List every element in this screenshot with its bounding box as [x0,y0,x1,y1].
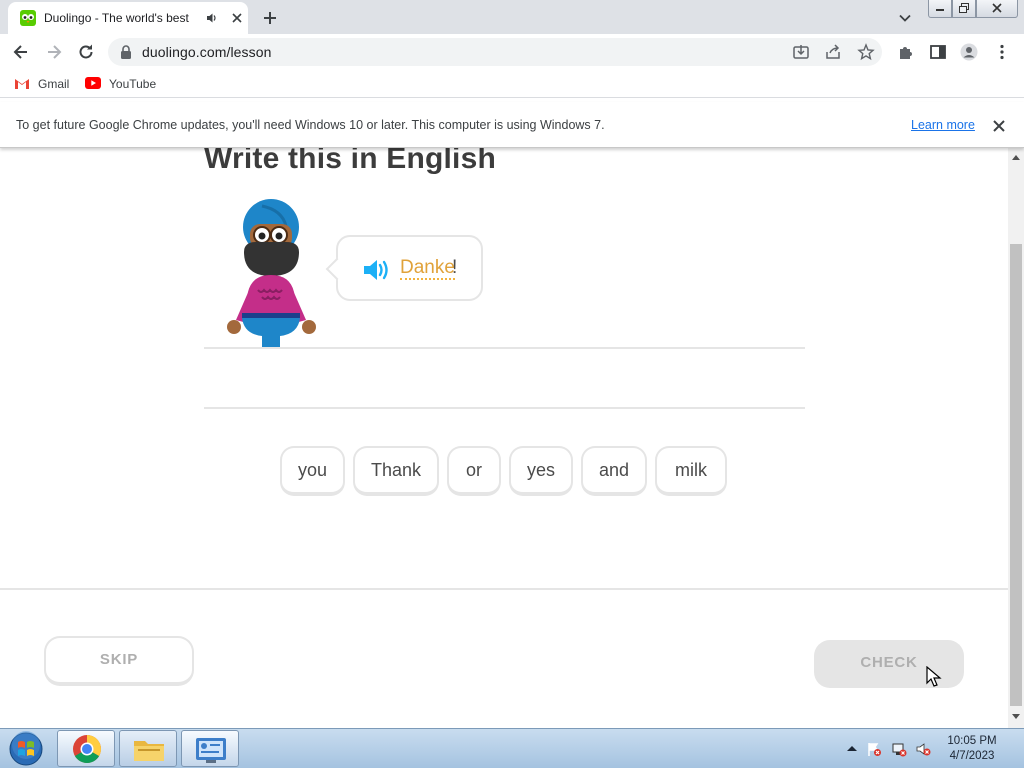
tab-search-chevron-down-icon[interactable] [896,9,914,27]
profile-avatar-icon[interactable] [960,43,978,61]
extensions-puzzle-icon[interactable] [897,43,915,61]
minimize-icon [936,9,944,11]
scroll-up-arrow-icon[interactable] [1012,154,1020,160]
volume-muted-icon[interactable] [915,741,931,757]
bookmark-youtube[interactable]: YouTube [85,76,165,92]
network-icon[interactable] [891,741,907,757]
page-title: Write this in English [204,148,496,175]
page-scrollbar[interactable] [1008,148,1024,728]
browser-toolbar: duolingo.com/lesson [0,34,1024,70]
lesson-footer: SKIP CHECK [0,588,1008,728]
bookmark-gmail[interactable]: Gmail [14,76,74,92]
clock-date: 4/7/2023 [949,750,995,762]
control-panel-icon [196,738,226,763]
close-window-icon [992,3,1002,13]
prompt-word[interactable]: Danke [400,258,455,280]
start-button-windows-icon[interactable] [4,731,48,767]
prompt-punctuation: ! [452,257,458,278]
clock-time: 10:05 PM [947,735,997,747]
duolingo-favicon-icon [20,10,36,26]
youtube-icon [85,77,101,89]
bookmark-star-icon[interactable] [857,43,875,61]
tab-title: Duolingo - The world's best [44,11,189,25]
tab-audio-speaker-icon[interactable] [206,12,218,24]
bookmarks-bar: Gmail YouTube [0,70,1024,98]
word-chip-or[interactable]: or [447,446,501,496]
play-audio-speaker-icon[interactable] [362,257,392,283]
answer-line-2 [204,407,805,409]
url-text: duolingo.com/lesson [142,44,272,60]
scroll-down-arrow-icon[interactable] [1012,714,1020,720]
word-chip-milk[interactable]: milk [655,446,727,496]
infobar-message: To get future Google Chrome updates, you… [16,118,605,132]
speech-bubble: Danke ! [325,235,483,301]
taskbar-control-panel[interactable] [181,730,239,767]
system-clock[interactable]: 10:05 PM 4/7/2023 [936,734,1008,764]
scrollbar-thumb[interactable] [1010,244,1022,706]
new-tab-plus-icon[interactable] [260,8,280,28]
word-chip-yes[interactable]: yes [509,446,573,496]
mouse-cursor-icon [926,666,942,687]
forward-arrow-icon[interactable] [44,42,64,62]
speech-bubble-tail [325,257,349,281]
chrome-icon [73,735,101,763]
browser-tab-duolingo[interactable]: Duolingo - The world's best [8,2,248,34]
duolingo-character-illustration [227,199,316,347]
tab-close-icon[interactable] [230,11,244,25]
lock-icon[interactable] [120,45,132,59]
bookmark-label: Gmail [38,77,70,91]
bookmark-label: YouTube [109,77,157,91]
back-arrow-icon[interactable] [11,42,31,62]
learn-more-link[interactable]: Learn more [911,118,975,132]
minimize-button[interactable] [928,0,952,18]
tab-strip: Duolingo - The world's best [0,0,1024,34]
infobar-close-icon[interactable] [992,119,1006,133]
lesson-page: Write this in English Danke ! you Thank … [0,148,1008,728]
address-bar[interactable]: duolingo.com/lesson [108,38,882,66]
word-chip-thank[interactable]: Thank [353,446,439,496]
restore-icon [959,3,969,13]
kebab-menu-icon[interactable] [993,43,1011,61]
taskbar-file-explorer[interactable] [119,730,177,767]
restore-button[interactable] [952,0,976,18]
reload-icon[interactable] [76,42,96,62]
answer-line-1 [204,347,805,349]
gmail-icon [15,79,29,89]
word-chip-and[interactable]: and [581,446,647,496]
file-explorer-icon [134,741,164,761]
word-chip-you[interactable]: you [280,446,345,496]
share-icon[interactable] [824,43,842,61]
side-panel-icon[interactable] [929,43,947,61]
action-center-flag-icon[interactable] [866,741,882,757]
install-app-icon[interactable] [792,43,810,61]
skip-button[interactable]: SKIP [44,636,194,686]
show-hidden-icons-chevron-icon[interactable] [844,741,860,757]
update-infobar: To get future Google Chrome updates, you… [0,102,1024,148]
windows-taskbar: 10:05 PM 4/7/2023 [0,728,1024,768]
taskbar-chrome[interactable] [57,730,115,767]
close-window-button[interactable] [976,0,1018,18]
